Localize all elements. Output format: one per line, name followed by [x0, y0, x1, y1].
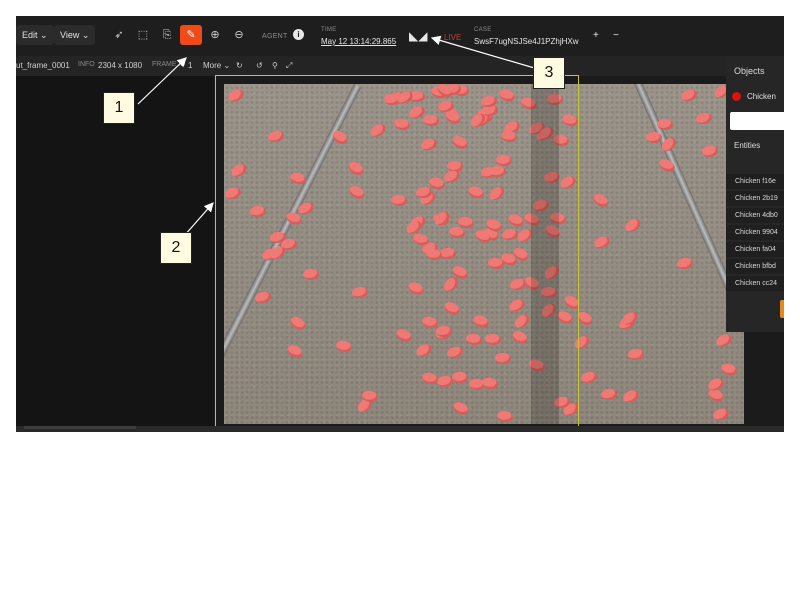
callout-1: 1 [103, 92, 135, 124]
callout-2: 2 [160, 232, 192, 264]
callout-3: 3 [533, 57, 565, 89]
callout-arrow-1 [137, 57, 187, 105]
callout-arrow-3 [430, 35, 549, 73]
annotation-arrows [137, 35, 549, 245]
